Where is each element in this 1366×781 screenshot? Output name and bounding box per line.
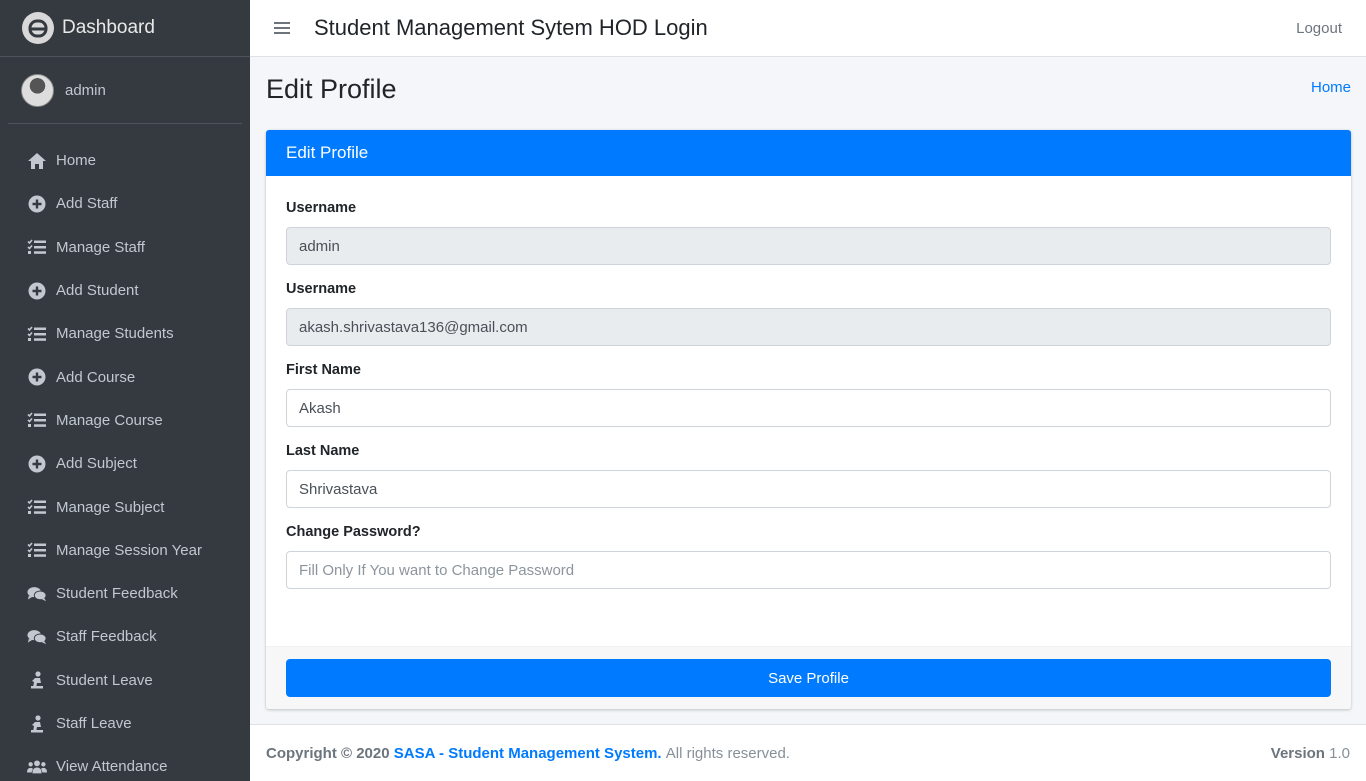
menu-toggle-icon[interactable]: [274, 22, 290, 34]
person-icon: [27, 714, 47, 734]
save-profile-button[interactable]: Save Profile: [286, 659, 1331, 697]
sidebar-item-label: Staff Leave: [56, 715, 132, 732]
comments-icon: [27, 584, 47, 604]
card-title: Edit Profile: [266, 130, 1351, 176]
tasks-icon: [27, 237, 47, 257]
copyright-text: Copyright © 2020: [266, 744, 390, 762]
password-label: Change Password?: [286, 524, 421, 540]
email-group: Username: [286, 281, 1331, 346]
username-group: Username: [286, 200, 1331, 265]
tasks-icon: [27, 497, 47, 517]
sidebar-item-manage-subject[interactable]: Manage Subject: [0, 485, 250, 528]
avatar: [21, 73, 54, 107]
sidebar-item-student-feedback[interactable]: Student Feedback: [0, 572, 250, 615]
sidebar-item-student-leave[interactable]: Student Leave: [0, 659, 250, 702]
footer-brand-link[interactable]: SASA - Student Management System.: [394, 745, 662, 762]
sidebar-item-label: Add Staff: [56, 195, 118, 213]
plus-circle-icon: [27, 194, 47, 214]
sidebar-item-view-attendance[interactable]: View Attendance: [0, 745, 250, 781]
sidebar-item-staff-leave[interactable]: Staff Leave: [0, 702, 250, 745]
sidebar: Dashboard admin Home Add Staff Manage St…: [0, 0, 250, 781]
email-label: Username: [286, 281, 357, 297]
plus-circle-icon: [27, 454, 47, 474]
sidebar-item-label: Add Course: [56, 368, 136, 386]
logout-link[interactable]: Logout: [1296, 20, 1342, 37]
brand-text: Dashboard: [62, 17, 155, 38]
top-navbar: Student Management Sytem HOD Login Logou…: [250, 0, 1366, 57]
user-name: admin: [65, 81, 106, 99]
sidebar-item-add-student[interactable]: Add Student: [0, 269, 250, 312]
sidebar-item-label: Add Student: [56, 282, 139, 300]
breadcrumb-home-link[interactable]: Home: [1311, 79, 1351, 96]
sidebar-item-label: Staff Feedback: [56, 628, 157, 646]
sidebar-item-label: Manage Subject: [56, 498, 165, 516]
sidebar-item-label: Manage Staff: [56, 238, 145, 256]
card-footer: Save Profile: [266, 646, 1351, 709]
app-title: Student Management Sytem HOD Login: [314, 15, 708, 40]
sidebar-item-label: Student Leave: [56, 671, 153, 689]
version-number: 1.0: [1329, 744, 1350, 762]
sidebar-item-add-staff[interactable]: Add Staff: [0, 182, 250, 225]
sidebar-item-staff-feedback[interactable]: Staff Feedback: [0, 615, 250, 658]
username-field[interactable]: [286, 227, 1331, 265]
sidebar-item-manage-session-year[interactable]: Manage Session Year: [0, 529, 250, 572]
sidebar-item-label: Add Subject: [56, 455, 137, 473]
sidebar-item-manage-staff[interactable]: Manage Staff: [0, 226, 250, 269]
page-footer: Copyright © 2020 SASA - Student Manageme…: [250, 724, 1366, 781]
sidebar-item-add-course[interactable]: Add Course: [0, 355, 250, 398]
tasks-icon: [27, 540, 47, 560]
edit-profile-card: Edit Profile Username Username First Nam…: [266, 130, 1351, 709]
password-field[interactable]: [286, 551, 1331, 589]
version-label: Version: [1270, 744, 1325, 762]
tasks-icon: [27, 410, 47, 430]
sidebar-item-label: Manage Course: [56, 411, 163, 429]
plus-circle-icon: [27, 281, 47, 301]
first-name-label: First Name: [286, 362, 361, 378]
user-panel[interactable]: admin: [8, 57, 242, 124]
password-group: Change Password?: [286, 524, 1331, 589]
email-field[interactable]: [286, 308, 1331, 346]
tasks-icon: [27, 324, 47, 344]
page-title: Edit Profile: [266, 74, 397, 104]
plus-circle-icon: [27, 367, 47, 387]
sidebar-item-label: Manage Session Year: [56, 541, 202, 559]
home-icon: [27, 151, 47, 171]
sidebar-item-manage-students[interactable]: Manage Students: [0, 312, 250, 355]
first-name-field[interactable]: [286, 389, 1331, 427]
brand-logo-icon: [22, 12, 54, 44]
last-name-label: Last Name: [286, 443, 360, 459]
username-label: Username: [286, 200, 357, 216]
sidebar-item-label: Manage Students: [56, 325, 174, 343]
sidebar-item-manage-course[interactable]: Manage Course: [0, 399, 250, 442]
sidebar-item-add-subject[interactable]: Add Subject: [0, 442, 250, 485]
comments-icon: [27, 627, 47, 647]
last-name-group: Last Name: [286, 443, 1331, 508]
sidebar-item-label: Home: [56, 152, 97, 170]
person-icon: [27, 670, 47, 690]
users-icon: [27, 757, 47, 777]
brand-link[interactable]: Dashboard: [0, 0, 250, 57]
sidebar-item-label: View Attendance: [56, 758, 168, 776]
sidebar-item-label: Student Feedback: [56, 585, 178, 603]
version-info: Version 1.0: [1271, 745, 1350, 762]
content-header: Edit Profile Home: [266, 74, 1351, 108]
rights-text: All rights reserved.: [665, 744, 790, 762]
sidebar-nav: Home Add Staff Manage Staff Add Student …: [0, 139, 250, 781]
profile-form: Username Username First Name Last Name C…: [266, 176, 1351, 589]
last-name-field[interactable]: [286, 470, 1331, 508]
sidebar-item-home[interactable]: Home: [0, 139, 250, 182]
first-name-group: First Name: [286, 362, 1331, 427]
